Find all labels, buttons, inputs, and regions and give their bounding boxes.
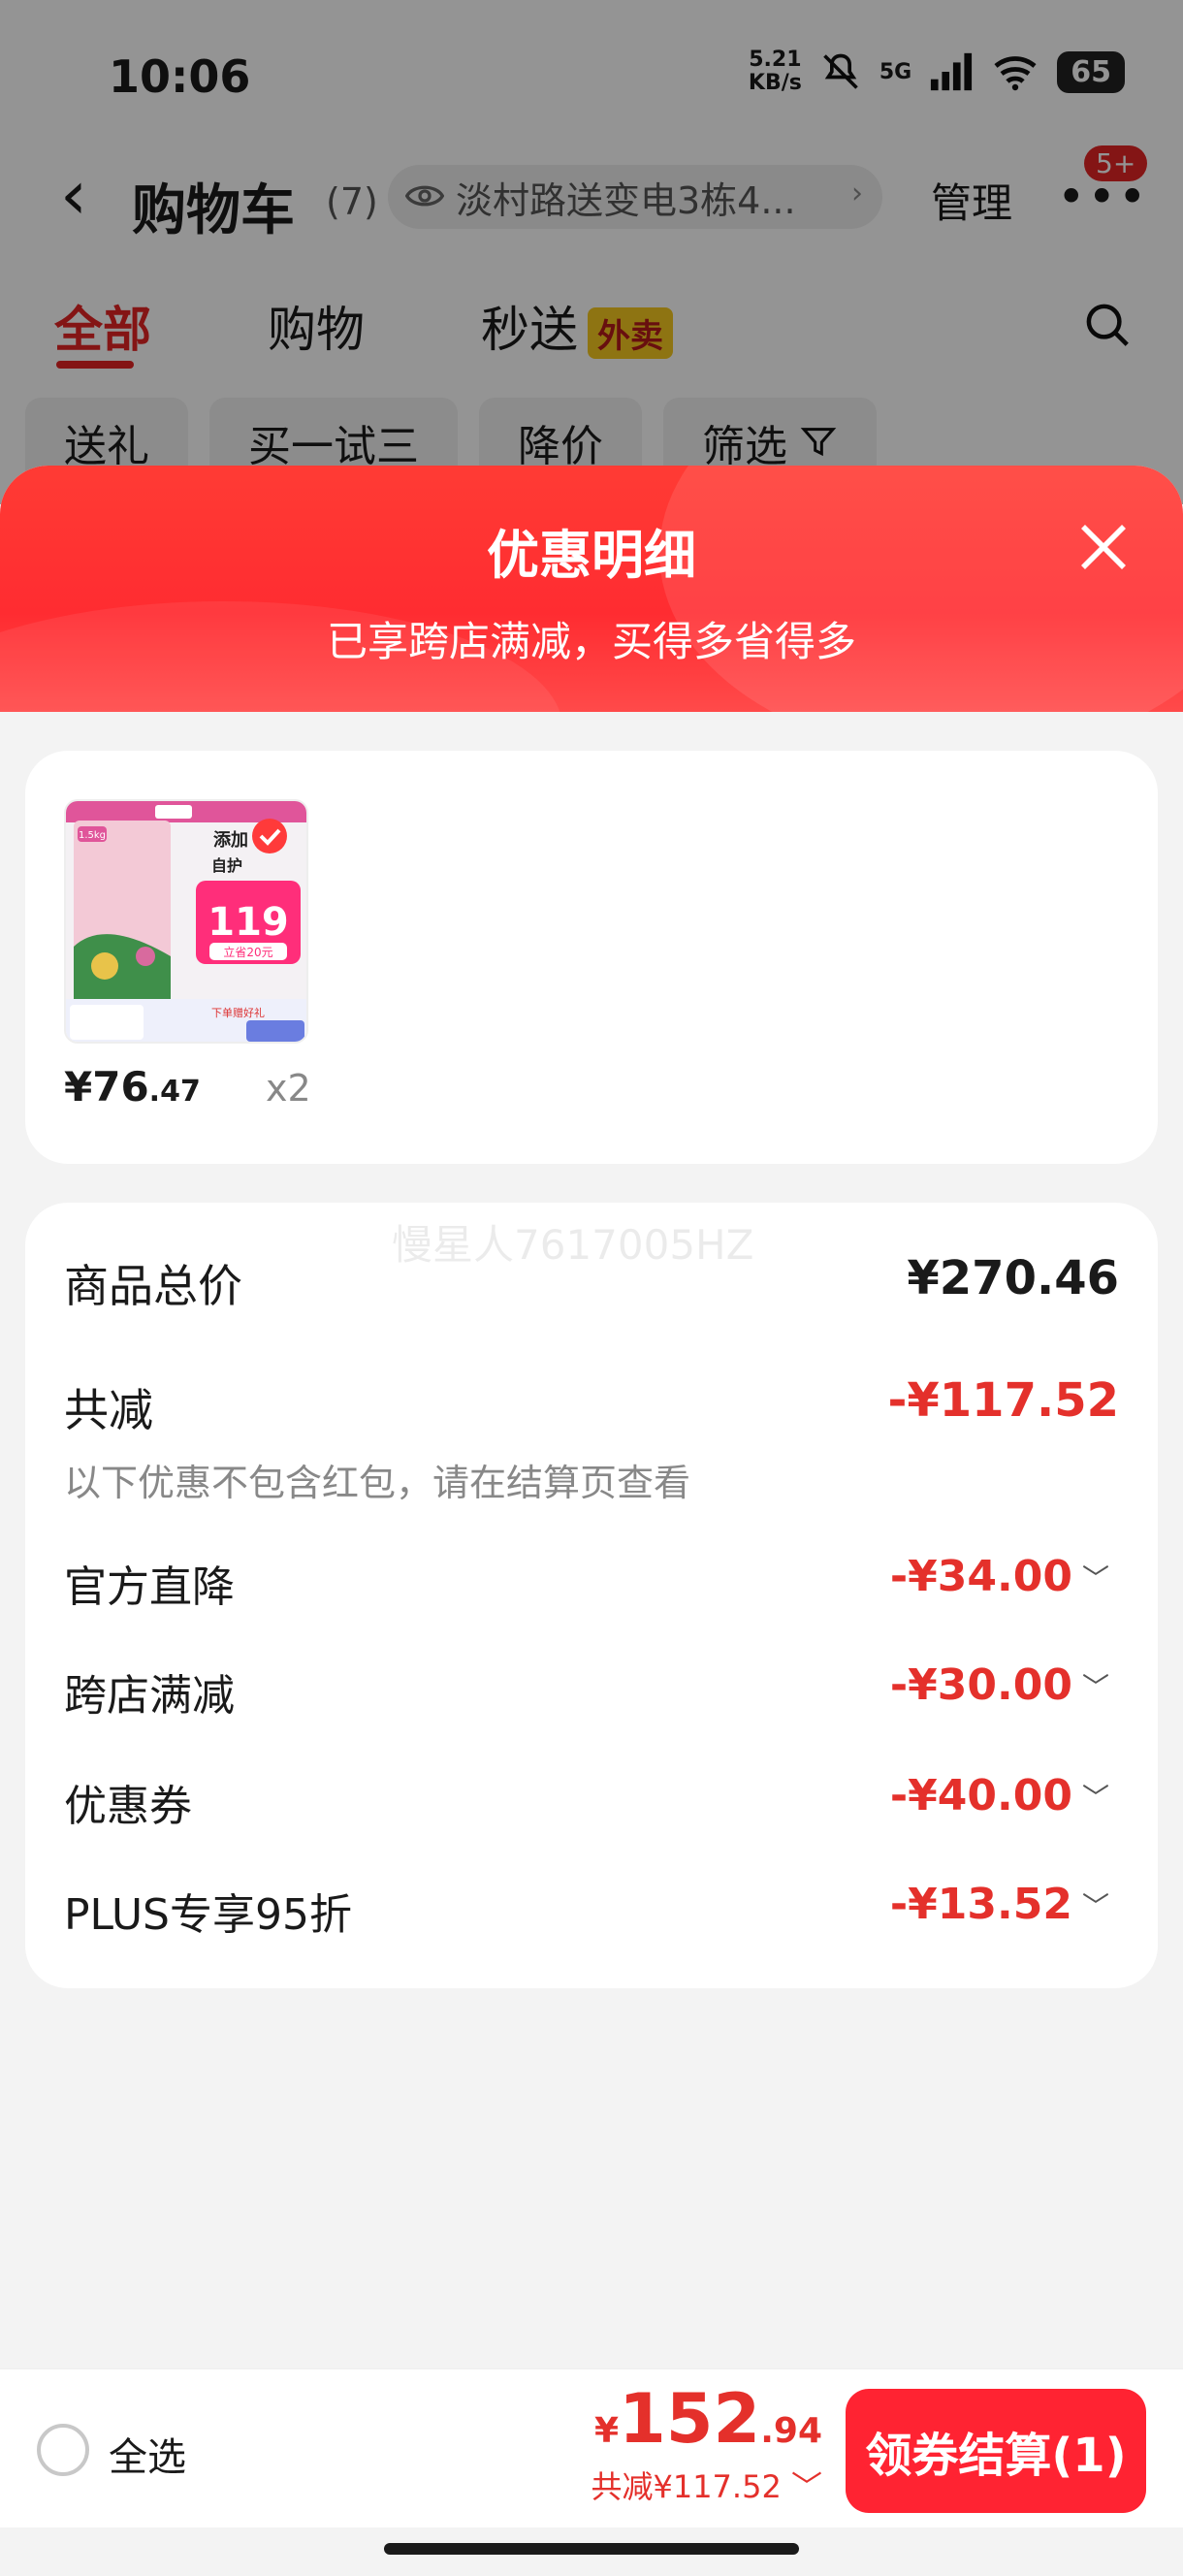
- discount-label-coupon: 优惠券: [64, 1782, 192, 1831]
- chevron-down-icon: ﹀: [790, 2468, 822, 2505]
- discount-summary-card: 慢星人7617005HZ 商品总价 ¥270.46 共减 -¥117.52 以下…: [25, 1203, 1158, 1988]
- product-card: 1.5kg 添加 自护 119 立省20元 下单赠好礼 ¥76.47 x2: [25, 751, 1158, 1164]
- total-reduce-value: -¥117.52: [887, 1373, 1119, 1428]
- discount-label-official: 官方直降: [64, 1562, 235, 1612]
- total-discount-toggle[interactable]: 共减¥117.52 ﹀: [591, 2463, 822, 2507]
- chevron-down-icon: ﹀: [1081, 1562, 1109, 1594]
- discount-row-cross-store[interactable]: -¥30.00 ﹀: [890, 1660, 1109, 1710]
- close-icon[interactable]: [1076, 520, 1131, 574]
- discount-row-plus[interactable]: -¥13.52 ﹀: [890, 1880, 1109, 1929]
- svg-text:添加: 添加: [213, 829, 248, 851]
- discount-label-cross-store: 跨店满减: [64, 1671, 235, 1721]
- sheet-header: 优惠明细 已享跨店满减，买得多省得多: [0, 466, 1183, 712]
- discount-detail-sheet: 优惠明细 已享跨店满减，买得多省得多 1.5kg 添加 自护 119 立省20元: [0, 466, 1183, 2576]
- total-price-value: ¥270.46: [907, 1251, 1119, 1305]
- checkout-bar: 全选 ¥152.94 共减¥117.52 ﹀ 领券结算(1): [0, 2368, 1183, 2528]
- discount-row-coupon[interactable]: -¥40.00 ﹀: [890, 1771, 1109, 1820]
- svg-text:119: 119: [208, 900, 289, 945]
- total-reduce-label: 共减: [64, 1384, 153, 1436]
- package-weight: 1.5kg: [79, 830, 106, 841]
- header-decoration: [659, 466, 1183, 712]
- sheet-title: 优惠明细: [487, 525, 696, 586]
- product-price: ¥76.47: [64, 1063, 201, 1111]
- red-packet-note: 以下优惠不包含红包，请在结算页查看: [64, 1462, 691, 1504]
- chevron-down-icon: ﹀: [1081, 1781, 1109, 1814]
- svg-text:下单赠好礼: 下单赠好礼: [211, 1006, 265, 1019]
- checkout-button[interactable]: 领券结算(1): [846, 2389, 1146, 2513]
- product-image[interactable]: 1.5kg 添加 自护 119 立省20元 下单赠好礼: [64, 799, 308, 1044]
- sheet-subtitle: 已享跨店满减，买得多省得多: [326, 618, 856, 665]
- select-all-label[interactable]: 全选: [109, 2426, 186, 2482]
- watermark: 慢星人7617005HZ: [392, 1221, 754, 1269]
- chevron-down-icon: ﹀: [1081, 1889, 1109, 1922]
- select-all-checkbox[interactable]: [37, 2424, 89, 2476]
- home-indicator: [384, 2543, 799, 2555]
- modal-overlay[interactable]: [0, 0, 1183, 504]
- discount-label-plus: PLUS专享95折: [64, 1890, 352, 1940]
- cat-food-package-image: 1.5kg 添加 自护 119 立省20元 下单赠好礼: [66, 801, 306, 1042]
- product-quantity: x2: [266, 1067, 311, 1110]
- chevron-down-icon: ﹀: [1081, 1670, 1109, 1703]
- discount-row-official[interactable]: -¥34.00 ﹀: [890, 1552, 1109, 1601]
- total-price-label: 商品总价: [64, 1260, 242, 1312]
- total-amount: ¥152.94: [594, 2379, 822, 2459]
- svg-text:自护: 自护: [211, 856, 242, 875]
- svg-text:立省20元: 立省20元: [223, 945, 272, 959]
